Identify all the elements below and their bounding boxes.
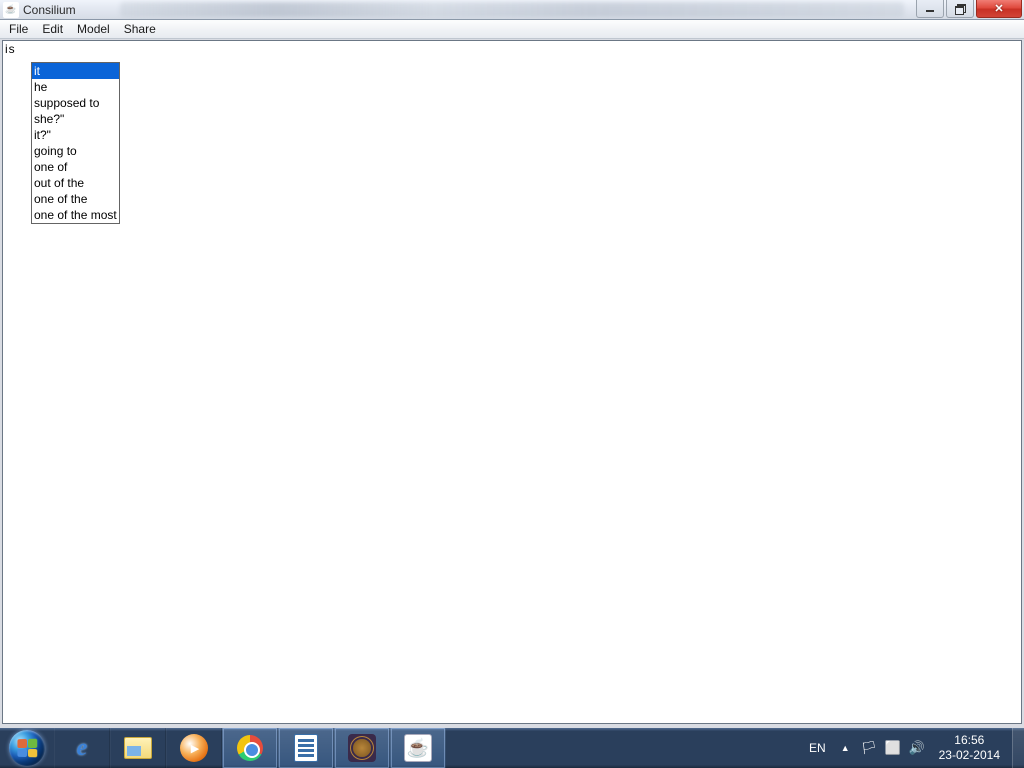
window-title: Consilium — [23, 3, 76, 17]
folder-icon — [123, 733, 153, 763]
autocomplete-item[interactable]: one of the — [32, 191, 119, 207]
autocomplete-item[interactable]: he — [32, 79, 119, 95]
menubar: File Edit Model Share — [0, 20, 1024, 39]
taskbar-file-explorer[interactable] — [110, 728, 166, 768]
menu-share[interactable]: Share — [117, 20, 163, 38]
wmp-icon — [179, 733, 209, 763]
autocomplete-item[interactable]: supposed to — [32, 95, 119, 111]
clock-time: 16:56 — [939, 733, 1000, 748]
windows-orb-icon — [9, 730, 45, 766]
network-icon[interactable]: ⬜ — [885, 740, 901, 756]
clock[interactable]: 16:56 23-02-2014 — [933, 733, 1006, 763]
writer-icon — [291, 733, 321, 763]
autocomplete-popup: it he supposed to she?" it?" going to on… — [31, 62, 120, 224]
taskbar-items: e ☕ — [54, 728, 446, 768]
taskbar-wmp[interactable] — [166, 728, 222, 768]
volume-icon[interactable]: 🔊 — [909, 740, 925, 756]
editor-area[interactable]: is it he supposed to she?" it?" going to… — [2, 40, 1022, 724]
start-button[interactable] — [0, 728, 54, 768]
autocomplete-item[interactable]: she?" — [32, 111, 119, 127]
taskbar-eclipse[interactable] — [334, 728, 390, 768]
taskbar-chrome[interactable] — [222, 728, 278, 768]
autocomplete-item[interactable]: going to — [32, 143, 119, 159]
chrome-icon — [235, 733, 265, 763]
taskbar-writer[interactable] — [278, 728, 334, 768]
menu-edit[interactable]: Edit — [35, 20, 70, 38]
autocomplete-item[interactable]: one of — [32, 159, 119, 175]
language-indicator[interactable]: EN — [805, 741, 830, 755]
taskbar: e ☕ EN ▲ 🏳 ⬜ 🔊 16:56 23-02-2014 — [0, 728, 1024, 768]
eclipse-icon — [347, 733, 377, 763]
minimize-button[interactable] — [916, 0, 944, 18]
tray-overflow-icon[interactable]: ▲ — [838, 743, 853, 753]
autocomplete-item[interactable]: it?" — [32, 127, 119, 143]
maximize-button[interactable] — [946, 0, 974, 18]
window-controls — [916, 0, 1022, 18]
titlebar-glass — [120, 2, 904, 17]
system-tray: EN ▲ 🏳 ⬜ 🔊 16:56 23-02-2014 — [805, 728, 1012, 768]
clock-date: 23-02-2014 — [939, 748, 1000, 763]
autocomplete-item[interactable]: out of the — [32, 175, 119, 191]
taskbar-java[interactable]: ☕ — [390, 728, 446, 768]
close-button[interactable] — [976, 0, 1022, 18]
menu-file[interactable]: File — [2, 20, 35, 38]
editor-typed-text: is — [5, 42, 16, 56]
show-desktop-button[interactable] — [1012, 728, 1024, 768]
java-icon: ☕ — [404, 734, 432, 762]
autocomplete-item[interactable]: it — [32, 63, 119, 79]
ie-icon: e — [67, 733, 97, 763]
menu-model[interactable]: Model — [70, 20, 117, 38]
window-titlebar: ☕ Consilium — [0, 0, 1024, 20]
autocomplete-item[interactable]: one of the most — [32, 207, 119, 223]
taskbar-ie[interactable]: e — [54, 728, 110, 768]
flag-icon[interactable]: 🏳 — [861, 740, 877, 756]
app-icon: ☕ — [3, 2, 19, 18]
